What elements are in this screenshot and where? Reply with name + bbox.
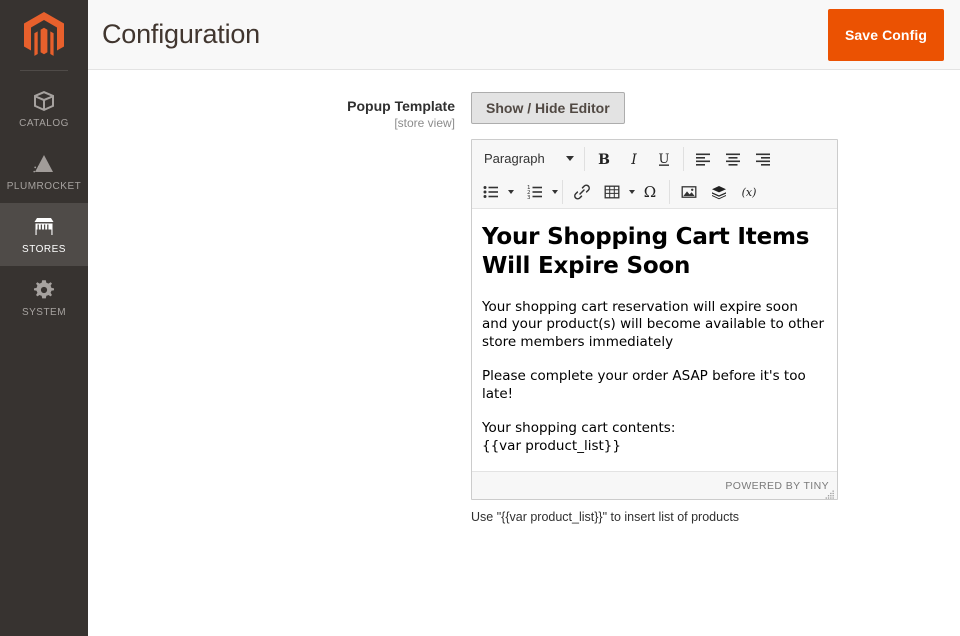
popup-template-label: Popup Template [store view] (88, 98, 455, 130)
save-config-button[interactable]: Save Config (827, 8, 944, 61)
sidebar-item-label: PLUMROCKET (6, 181, 82, 192)
list-group: 1 2 3 (476, 178, 563, 206)
editor-help-note: Use "{{var product_list}}" to insert lis… (471, 510, 740, 524)
align-right-button[interactable] (748, 145, 778, 173)
chevron-down-icon (508, 189, 514, 194)
toolbar-row-1: Paragraph B I U (472, 142, 837, 175)
show-hide-editor-button[interactable]: Show / Hide Editor (471, 92, 625, 124)
magento-logo[interactable] (0, 0, 88, 70)
stores-shop-icon (31, 214, 57, 240)
insert-link-button[interactable] (567, 178, 597, 206)
chevron-down-icon (552, 189, 558, 194)
page-title: Configuration (102, 19, 261, 49)
admin-page: CATALOG PLUMROCKET STORES SYSTEM Configu… (0, 0, 960, 636)
insert-table-split-button[interactable] (597, 178, 635, 206)
insert-variable-button[interactable]: (x) (734, 178, 764, 206)
field-label-column: Popup Template [store view] (88, 92, 471, 130)
admin-sidebar: CATALOG PLUMROCKET STORES SYSTEM (0, 0, 88, 636)
toolbar-row-2: 1 2 3 Ω (x) (472, 175, 837, 208)
bold-button[interactable]: B (589, 145, 619, 173)
svg-text:I: I (630, 152, 637, 168)
sidebar-item-stores[interactable]: STORES (0, 203, 88, 266)
editor-paragraph-3-line-2: {{var product_list}} (482, 438, 621, 455)
sidebar-item-label: STORES (22, 244, 66, 255)
sidebar-item-catalog[interactable]: CATALOG (0, 77, 88, 140)
svg-text:(x): (x) (742, 186, 757, 199)
special-character-button[interactable]: Ω (635, 178, 665, 206)
insert-group: Ω (567, 178, 670, 206)
editor-content-area[interactable]: Your Shopping Cart Items Will Expire Soo… (472, 209, 837, 471)
system-gear-icon (31, 277, 57, 303)
powered-by-tiny-label: POWERED BY TINY (725, 479, 829, 492)
insert-image-button[interactable] (674, 178, 704, 206)
editor-paragraph-1: Your shopping cart reservation will expi… (482, 298, 825, 351)
svg-text:Ω: Ω (644, 183, 656, 201)
editor-toolbar: Paragraph B I U 1 2 3 Ω (x) (472, 140, 837, 209)
insert-widget-button[interactable] (704, 178, 734, 206)
sidebar-item-system[interactable]: SYSTEM (0, 266, 88, 329)
page-header: Configuration Save Config (88, 0, 960, 70)
editor-paragraph-3: Your shopping cart contents: {{var produ… (482, 420, 827, 456)
field-control-column: Show / Hide Editor Paragraph B I U 1 2 3… (471, 92, 960, 524)
insert-table-button[interactable] (597, 178, 627, 206)
format-group: Paragraph (476, 145, 585, 173)
sidebar-item-plumrocket[interactable]: PLUMROCKET (0, 140, 88, 203)
editor-paragraph-2: Please complete your order ASAP before i… (482, 368, 806, 403)
numbered-list-button[interactable]: 1 2 3 (520, 178, 550, 206)
popup-template-field-row: Popup Template [store view] Show / Hide … (88, 70, 960, 524)
numbered-list-split-button[interactable]: 1 2 3 (520, 178, 558, 206)
paragraph-format-select[interactable]: Paragraph (476, 145, 580, 173)
catalog-box-icon (31, 88, 57, 114)
resize-handle-icon[interactable] (824, 487, 835, 499)
main-content: Configuration Save Config Popup Template… (88, 0, 960, 636)
sidebar-item-label: SYSTEM (21, 307, 67, 318)
wysiwyg-editor: Paragraph B I U 1 2 3 Ω (x) Your Shoppin… (471, 139, 838, 500)
editor-status-bar: POWERED BY TINY (472, 471, 837, 499)
text-style-group: B I U (589, 145, 684, 173)
chevron-down-icon (566, 156, 574, 161)
align-center-button[interactable] (718, 145, 748, 173)
config-content: Popup Template [store view] Show / Hide … (88, 70, 960, 524)
underline-button[interactable]: U (649, 145, 679, 173)
sidebar-item-label: CATALOG (19, 118, 69, 129)
svg-text:B: B (598, 152, 610, 168)
bullet-list-button[interactable] (476, 178, 506, 206)
format-select-value: Paragraph (484, 151, 545, 166)
italic-button[interactable]: I (619, 145, 649, 173)
alignment-group (688, 147, 782, 171)
align-left-button[interactable] (688, 145, 718, 173)
sidebar-divider (20, 70, 68, 71)
editor-heading: Your Shopping Cart Items Will Expire Soo… (482, 224, 810, 279)
editor-paragraph-3-line-1: Your shopping cart contents: (482, 420, 676, 437)
magento-logo-icon (24, 12, 64, 58)
plumrocket-pyramid-icon (31, 151, 57, 177)
svg-text:3: 3 (527, 195, 531, 201)
media-group: (x) (674, 180, 768, 204)
bullet-list-split-button[interactable] (476, 178, 514, 206)
field-scope-text: [store view] (394, 115, 455, 130)
field-label-text: Popup Template (347, 98, 455, 114)
